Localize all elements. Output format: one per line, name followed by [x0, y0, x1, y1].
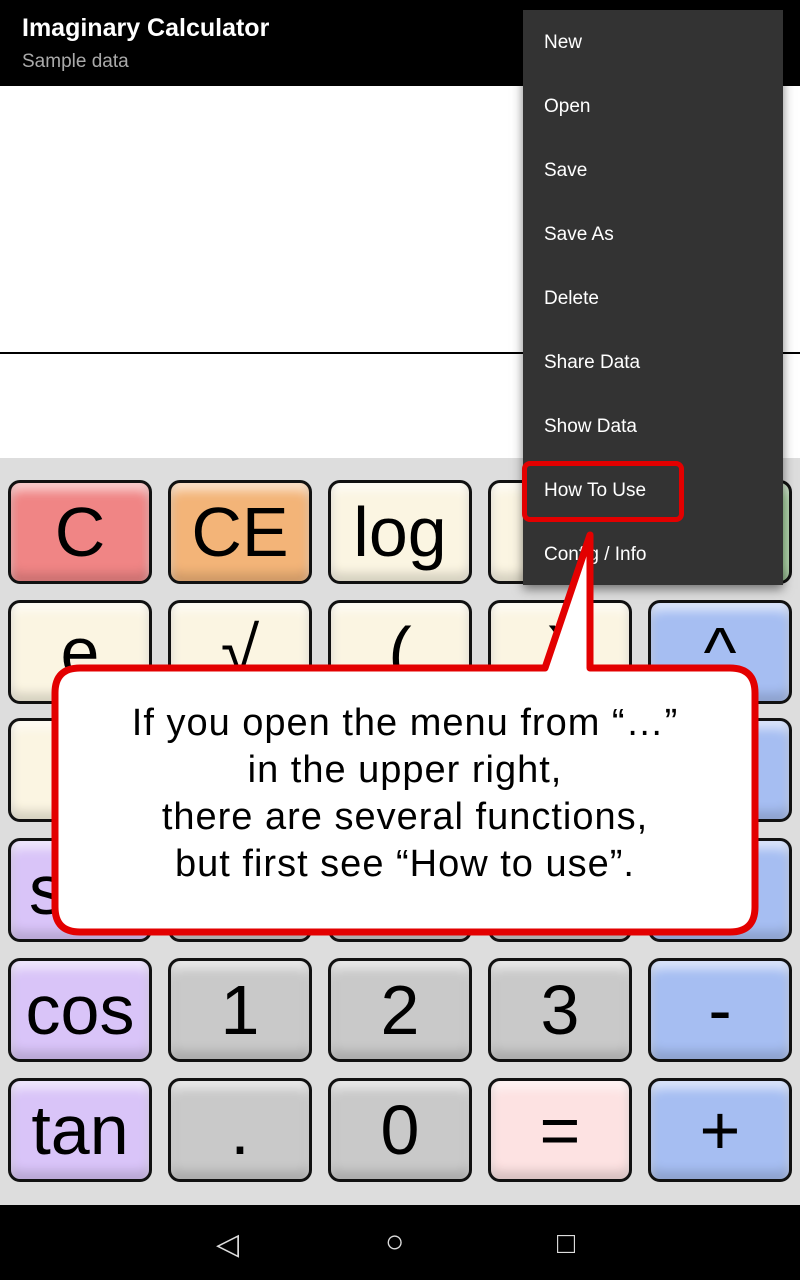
- callout-line: If you open the menu from “…”: [131, 702, 679, 744]
- home-icon[interactable]: ○: [385, 1223, 404, 1260]
- callout-line: in the upper right,: [247, 749, 563, 791]
- callout-bubble: [51, 531, 759, 936]
- navigation-bar: ◁ ○ □: [0, 1205, 800, 1280]
- back-icon[interactable]: ◁: [216, 1227, 239, 1262]
- callout-line: there are several functions,: [161, 796, 649, 838]
- recents-icon[interactable]: □: [557, 1227, 575, 1261]
- callout-line: but first see “How to use”.: [175, 843, 635, 885]
- callout-text: If you open the menu from “…” in the upp…: [62, 700, 748, 888]
